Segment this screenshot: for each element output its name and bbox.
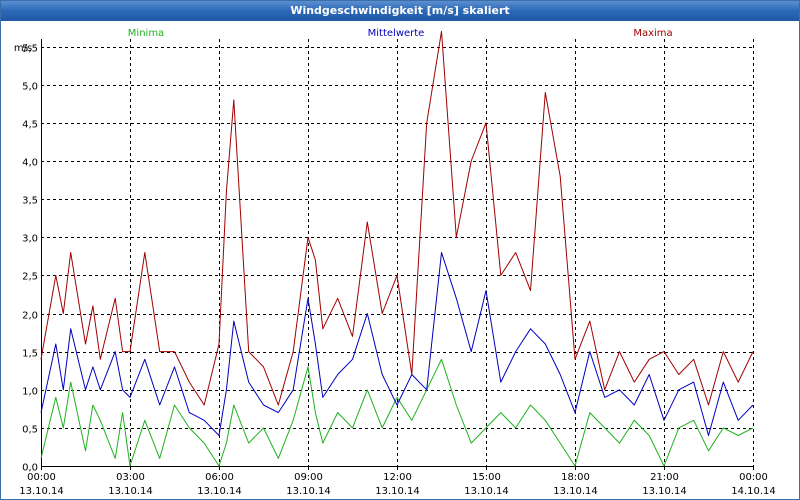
x-tick-date-label: 13.10.14 [642,486,687,497]
window-title: Windgeschwindigkeit [m/s] skaliert [1,1,799,21]
y-tick-label: 2,0 [22,311,38,322]
x-tick-time-label: 00:00 [27,472,56,483]
x-tick-time-label: 09:00 [294,472,323,483]
x-tick-date-label: 13.10.14 [286,486,331,497]
y-tick-label: 3,5 [22,196,38,207]
x-tick-time-label: 03:00 [116,472,145,483]
legend-entry-maxima: Maxima [633,28,672,39]
y-tick-label: 1,0 [22,387,38,398]
y-tick-label: 2,5 [22,272,38,283]
y-tick-label: 4,5 [22,120,38,131]
x-tick-time-label: 00:00 [739,472,768,483]
x-tick-date-label: 13.10.14 [464,486,509,497]
x-tick-time-label: 12:00 [383,472,412,483]
x-tick-date-label: 13.10.14 [375,486,420,497]
x-tick-date-label: 13.10.14 [197,486,242,497]
legend-entry-minima: Minima [128,28,164,39]
y-tick-label: 5,0 [22,82,38,93]
chart-canvas: 0,00,51,01,52,02,53,03,54,04,55,05,5m/s0… [14,28,776,497]
x-tick-time-label: 21:00 [650,472,679,483]
y-tick-label: 3,0 [22,234,38,245]
x-tick-time-label: 15:00 [472,472,501,483]
x-tick-time-label: 18:00 [561,472,590,483]
x-tick-time-label: 06:00 [205,472,234,483]
x-tick-date-label: 13.10.14 [19,486,64,497]
y-axis-label: m/s [14,43,32,54]
x-tick-date-label: 14.10.14 [731,486,776,497]
y-tick-label: 4,0 [22,158,38,169]
legend-entry-mittelwerte: Mittelwerte [368,28,425,39]
y-tick-label: 0,5 [22,425,38,436]
chart-window: Windgeschwindigkeit [m/s] skaliert 0,0 0,… [0,0,800,500]
y-tick-label: 1,5 [22,349,38,360]
x-tick-date-label: 13.10.14 [553,486,598,497]
x-tick-date-label: 13.10.14 [108,486,153,497]
